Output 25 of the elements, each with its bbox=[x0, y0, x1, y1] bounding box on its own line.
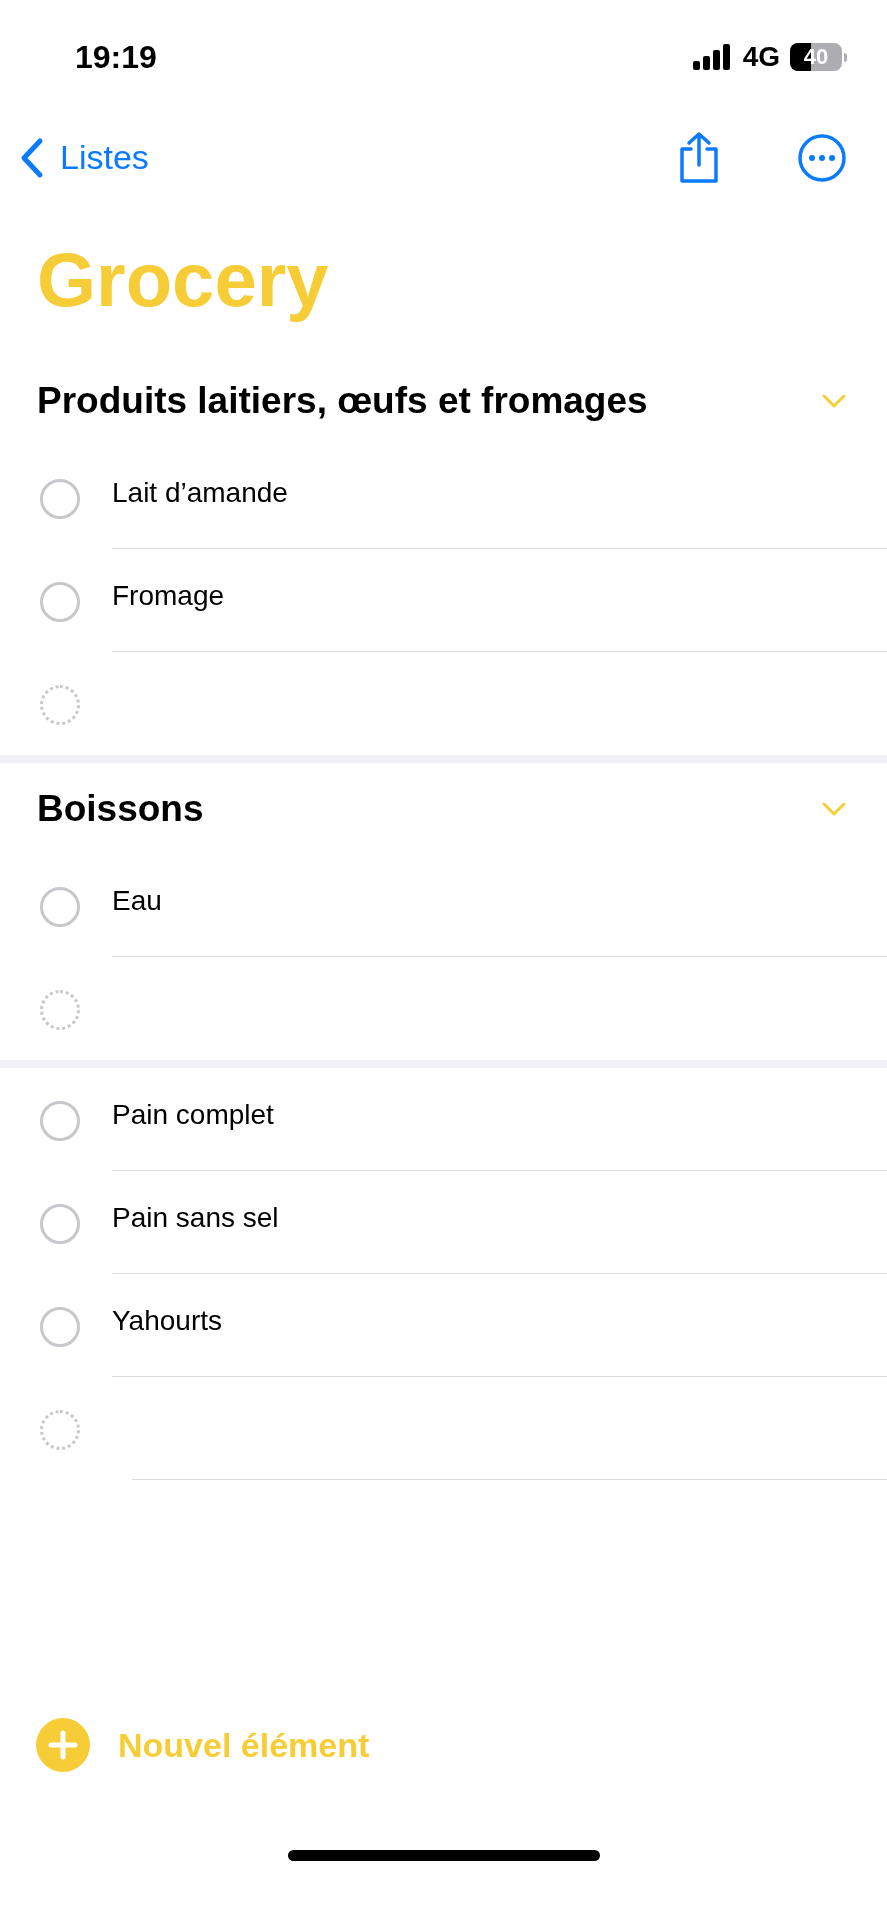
list-title: Grocery bbox=[37, 236, 329, 324]
checkbox[interactable] bbox=[40, 1101, 80, 1141]
item-text[interactable]: Pain sans sel bbox=[112, 1202, 279, 1233]
checkbox[interactable] bbox=[40, 479, 80, 519]
checkbox[interactable] bbox=[40, 1204, 80, 1244]
checkbox[interactable] bbox=[40, 887, 80, 927]
item-text[interactable]: Lait d’amande bbox=[112, 477, 288, 508]
section-title: Boissons bbox=[37, 786, 204, 831]
more-icon[interactable] bbox=[797, 132, 847, 183]
chevron-icon[interactable] bbox=[821, 392, 847, 409]
add-icon bbox=[36, 1718, 90, 1772]
item-text[interactable]: Eau bbox=[112, 885, 162, 916]
item-text[interactable]: Pain complet bbox=[112, 1099, 274, 1130]
share-icon[interactable] bbox=[677, 130, 721, 185]
checkbox[interactable] bbox=[40, 1307, 80, 1347]
signal-icon bbox=[692, 44, 733, 70]
network-label: 4G bbox=[742, 40, 780, 74]
back-button[interactable]: Listes bbox=[20, 132, 149, 183]
section-title: Produits laitiers, œufs et fromages bbox=[37, 378, 648, 423]
back-chevron-icon bbox=[20, 136, 44, 179]
item-text[interactable]: Yahourts bbox=[112, 1305, 222, 1336]
chevron-icon[interactable] bbox=[821, 800, 847, 817]
item-text[interactable]: Fromage bbox=[112, 580, 225, 611]
checkbox[interactable] bbox=[40, 582, 80, 622]
status-time: 19:19 bbox=[75, 38, 157, 77]
